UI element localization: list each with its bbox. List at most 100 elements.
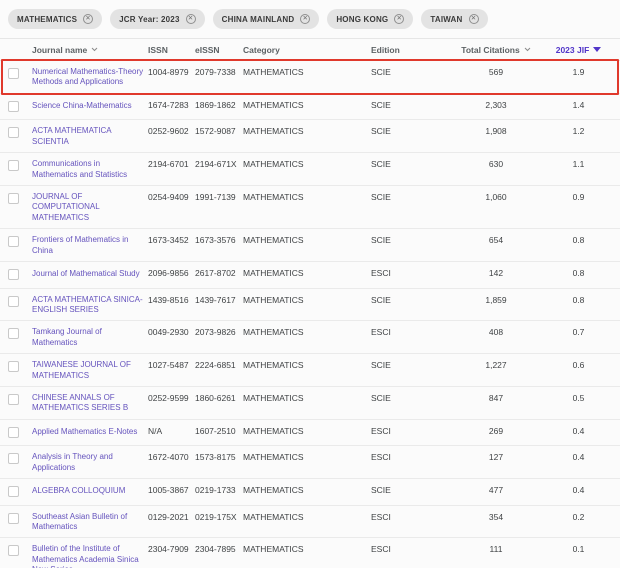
table-row: Southeast Asian Bulletin of Mathematics … <box>0 506 620 539</box>
header-journal-name-label: Journal name <box>32 45 87 55</box>
filter-chip-label: MATHEMATICS <box>17 15 77 24</box>
row-checkbox[interactable] <box>8 486 19 497</box>
journal-name-link[interactable]: Tamkang Journal of Mathematics <box>32 327 148 348</box>
issn-cell: 1673-3452 <box>148 234 195 246</box>
header-issn-label: ISSN <box>148 45 168 55</box>
jif-cell: 0.4 <box>545 484 612 496</box>
jif-cell: 0.7 <box>545 326 612 338</box>
remove-filter-icon[interactable]: ✕ <box>469 14 479 24</box>
remove-filter-icon[interactable]: ✕ <box>394 14 404 24</box>
row-checkbox[interactable] <box>8 394 19 405</box>
total-citations-cell: 2,303 <box>447 99 545 111</box>
journal-name-link[interactable]: Applied Mathematics E-Notes <box>32 427 141 437</box>
edition-cell: ESCI <box>371 543 447 555</box>
category-cell: MATHEMATICS <box>243 125 371 137</box>
row-checkbox[interactable] <box>8 269 19 280</box>
issn-cell: 1672-4070 <box>148 451 195 463</box>
eissn-cell: 1607-2510 <box>195 425 243 437</box>
table-row: Frontiers of Mathematics in China 1673-3… <box>0 229 620 262</box>
journal-name-link[interactable]: ALGEBRA COLLOQUIUM <box>32 486 129 496</box>
remove-filter-icon[interactable]: ✕ <box>186 14 196 24</box>
edition-cell: SCIE <box>371 191 447 203</box>
jif-cell: 1.1 <box>545 158 612 170</box>
edition-cell: ESCI <box>371 425 447 437</box>
row-checkbox[interactable] <box>8 193 19 204</box>
journal-name-link[interactable]: Numerical Mathematics-Theory Methods and… <box>32 67 148 88</box>
jif-cell: 1.9 <box>545 66 612 78</box>
journal-name-link[interactable]: TAIWANESE JOURNAL OF MATHEMATICS <box>32 360 148 381</box>
journal-name-link[interactable]: Journal of Mathematical Study <box>32 269 144 279</box>
journal-name-link[interactable]: Frontiers of Mathematics in China <box>32 235 148 256</box>
journal-name-link[interactable]: ACTA MATHEMATICA SINICA-ENGLISH SERIES <box>32 295 148 316</box>
journal-name-link[interactable]: Communications in Mathematics and Statis… <box>32 159 148 180</box>
total-citations-cell: 1,859 <box>447 294 545 306</box>
jif-cell: 0.4 <box>545 451 612 463</box>
jif-cell: 0.9 <box>545 191 612 203</box>
row-checkbox[interactable] <box>8 545 19 556</box>
category-cell: MATHEMATICS <box>243 267 371 279</box>
journal-name-link[interactable]: Science China-Mathematics <box>32 101 136 111</box>
edition-cell: ESCI <box>371 326 447 338</box>
eissn-cell: 2224-6851 <box>195 359 243 371</box>
issn-cell: 1439-8516 <box>148 294 195 306</box>
journal-name-link[interactable]: Southeast Asian Bulletin of Mathematics <box>32 512 148 533</box>
row-checkbox[interactable] <box>8 68 19 79</box>
total-citations-cell: 1,060 <box>447 191 545 203</box>
row-checkbox[interactable] <box>8 127 19 138</box>
row-checkbox[interactable] <box>8 296 19 307</box>
header-total-citations[interactable]: Total Citations <box>447 45 545 55</box>
header-edition: Edition <box>371 45 447 55</box>
filter-chip[interactable]: CHINA MAINLAND ✕ <box>213 9 320 29</box>
filter-chip-label: JCR Year: 2023 <box>119 15 179 24</box>
header-2023-jif-label: 2023 JIF <box>556 45 590 55</box>
edition-cell: SCIE <box>371 99 447 111</box>
filter-chip[interactable]: JCR Year: 2023 ✕ <box>110 9 204 29</box>
issn-cell: 1674-7283 <box>148 99 195 111</box>
row-checkbox[interactable] <box>8 236 19 247</box>
total-citations-cell: 408 <box>447 326 545 338</box>
row-checkbox[interactable] <box>8 427 19 438</box>
table-row: ALGEBRA COLLOQUIUM 1005-3867 0219-1733 M… <box>0 479 620 506</box>
eissn-cell: 2304-7895 <box>195 543 243 555</box>
remove-filter-icon[interactable]: ✕ <box>83 14 93 24</box>
row-checkbox[interactable] <box>8 328 19 339</box>
row-checkbox[interactable] <box>8 513 19 524</box>
edition-cell: SCIE <box>371 359 447 371</box>
edition-cell: SCIE <box>371 66 447 78</box>
header-total-citations-label: Total Citations <box>461 45 519 55</box>
table-row: Science China-Mathematics 1674-7283 1869… <box>0 94 620 121</box>
table-row: Numerical Mathematics-Theory Methods and… <box>0 61 620 94</box>
table-row: Journal of Mathematical Study 2096-9856 … <box>0 262 620 289</box>
journal-name-link[interactable]: CHINESE ANNALS OF MATHEMATICS SERIES B <box>32 393 148 414</box>
journal-name-link[interactable]: ACTA MATHEMATICA SCIENTIA <box>32 126 148 147</box>
row-checkbox[interactable] <box>8 160 19 171</box>
issn-cell: 1005-3867 <box>148 484 195 496</box>
edition-cell: ESCI <box>371 511 447 523</box>
journal-name-link[interactable]: Analysis in Theory and Applications <box>32 452 148 473</box>
header-2023-jif[interactable]: 2023 JIF <box>545 45 612 55</box>
journal-name-link[interactable]: JOURNAL OF COMPUTATIONAL MATHEMATICS <box>32 192 148 223</box>
header-journal-name[interactable]: Journal name <box>32 45 148 55</box>
journal-name-link[interactable]: Bulletin of the Institute of Mathematics… <box>32 544 148 568</box>
remove-filter-icon[interactable]: ✕ <box>300 14 310 24</box>
table-row: Analysis in Theory and Applications 1672… <box>0 446 620 479</box>
row-checkbox[interactable] <box>8 101 19 112</box>
filter-chip-label: HONG KONG <box>336 15 388 24</box>
issn-cell: 0129-2021 <box>148 511 195 523</box>
issn-cell: 0049-2930 <box>148 326 195 338</box>
category-cell: MATHEMATICS <box>243 543 371 555</box>
header-eissn-label: eISSN <box>195 45 220 55</box>
total-citations-cell: 1,908 <box>447 125 545 137</box>
filter-chip[interactable]: MATHEMATICS ✕ <box>8 9 102 29</box>
header-category: Category <box>243 45 371 55</box>
total-citations-cell: 569 <box>447 66 545 78</box>
jif-cell: 0.4 <box>545 425 612 437</box>
filter-chip[interactable]: TAIWAN ✕ <box>421 9 487 29</box>
category-cell: MATHEMATICS <box>243 359 371 371</box>
eissn-cell: 1572-9087 <box>195 125 243 137</box>
category-cell: MATHEMATICS <box>243 191 371 203</box>
filter-chip[interactable]: HONG KONG ✕ <box>327 9 413 29</box>
table-row: TAIWANESE JOURNAL OF MATHEMATICS 1027-54… <box>0 354 620 387</box>
row-checkbox[interactable] <box>8 453 19 464</box>
row-checkbox[interactable] <box>8 361 19 372</box>
